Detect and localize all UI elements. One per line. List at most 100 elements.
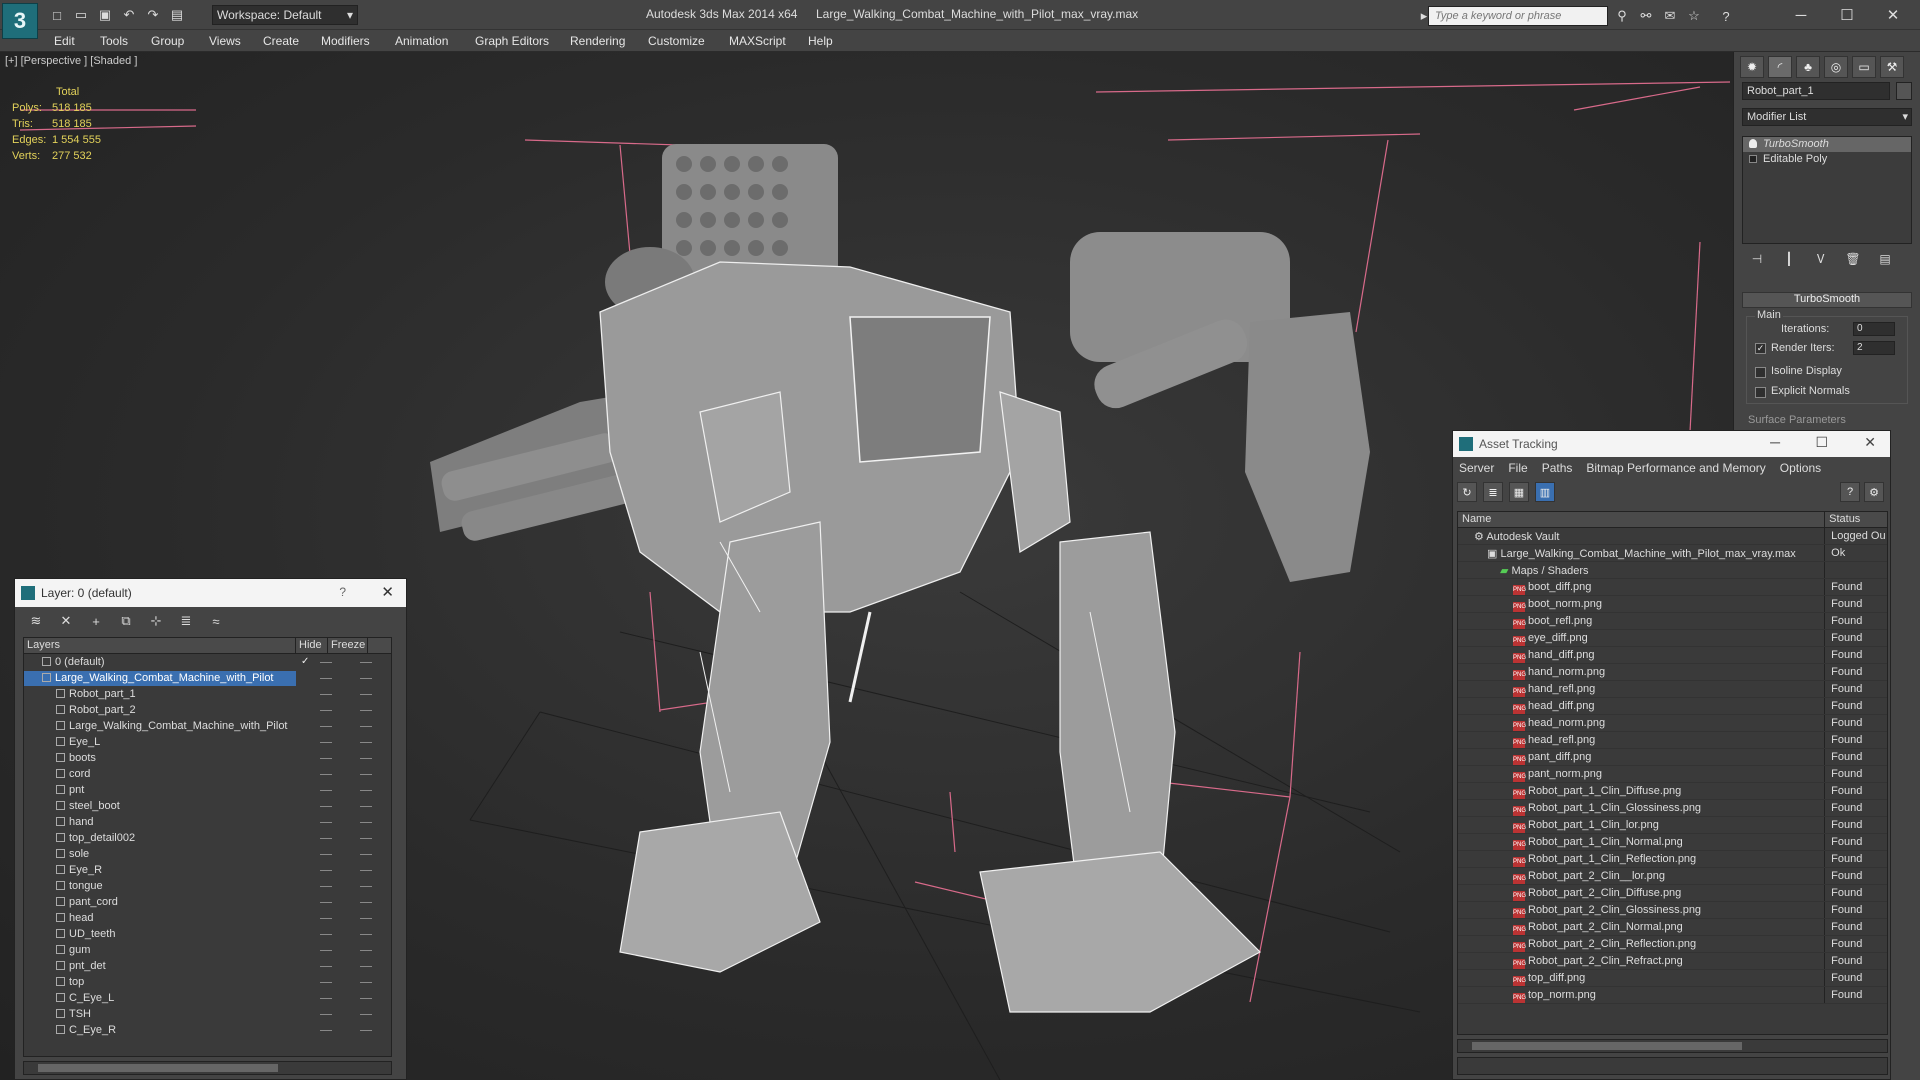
asset-row[interactable]: PNG Robot_part_2_Clin_Refract.png Found <box>1458 953 1887 970</box>
layer-row[interactable]: tongue <box>24 878 391 894</box>
hide-toggle[interactable] <box>320 662 332 663</box>
freeze-toggle[interactable] <box>360 966 372 967</box>
hide-toggle[interactable] <box>320 982 332 983</box>
hide-toggle[interactable] <box>320 726 332 727</box>
freeze-toggle[interactable] <box>360 1030 372 1031</box>
help-icon[interactable]: ? <box>339 585 346 599</box>
list-view-icon[interactable]: ≣ <box>1483 482 1503 502</box>
render-iters-spinner[interactable]: 2 <box>1853 341 1895 355</box>
layer-row[interactable]: cord <box>24 766 391 782</box>
menu-create[interactable]: Create <box>263 34 299 48</box>
open-file-icon[interactable]: ▭ <box>72 6 90 24</box>
show-end-result-icon[interactable]: ┃ <box>1780 250 1798 268</box>
object-name-field[interactable]: Robot_part_1 <box>1742 82 1890 100</box>
asset-row[interactable]: PNG top_diff.png Found <box>1458 970 1887 987</box>
layer-row[interactable]: pnt_det <box>24 958 391 974</box>
column-hide[interactable]: Hide <box>296 638 328 653</box>
freeze-toggle[interactable] <box>360 806 372 807</box>
freeze-toggle[interactable] <box>360 950 372 951</box>
help-icon[interactable]: ? <box>1840 482 1860 502</box>
layer-row[interactable]: C_Eye_R <box>24 1022 391 1038</box>
layer-row[interactable]: pnt <box>24 782 391 798</box>
freeze-toggle[interactable] <box>360 822 372 823</box>
layer-row[interactable]: top_detail002 <box>24 830 391 846</box>
lightbulb-icon[interactable] <box>1749 139 1757 148</box>
modifier-list-dropdown[interactable]: Modifier List ▾ <box>1742 108 1912 126</box>
layer-row[interactable]: C_Eye_L <box>24 990 391 1006</box>
menu-views[interactable]: Views <box>209 34 241 48</box>
freeze-toggle[interactable] <box>360 694 372 695</box>
hide-toggle[interactable] <box>320 902 332 903</box>
hide-toggle[interactable] <box>320 774 332 775</box>
turbosmooth-rollout-header[interactable]: TurboSmooth <box>1742 292 1912 308</box>
freeze-toggle[interactable] <box>360 662 372 663</box>
layer-row[interactable]: head <box>24 910 391 926</box>
freeze-toggle[interactable] <box>360 1014 372 1015</box>
refresh-icon[interactable]: ↻ <box>1457 482 1477 502</box>
asset-row[interactable]: PNG pant_norm.png Found <box>1458 766 1887 783</box>
column-name[interactable]: Name <box>1458 512 1826 527</box>
menu-graph-editors[interactable]: Graph Editors <box>475 34 549 48</box>
table-view-icon[interactable]: ▥ <box>1535 482 1555 502</box>
select-layer-icon[interactable]: ⊹ <box>147 612 165 630</box>
layer-row[interactable]: 0 (default) ✓ <box>24 654 391 670</box>
asset-row[interactable]: PNG Robot_part_2_Clin_Normal.png Found <box>1458 919 1887 936</box>
hide-toggle[interactable] <box>320 710 332 711</box>
settings-icon[interactable]: ⚙ <box>1864 482 1884 502</box>
asset-row[interactable]: PNG hand_norm.png Found <box>1458 664 1887 681</box>
layer-row[interactable]: UD_teeth <box>24 926 391 942</box>
motion-tab-icon[interactable]: ◎ <box>1824 56 1848 78</box>
freeze-toggle[interactable] <box>360 774 372 775</box>
asset-row[interactable]: PNG pant_diff.png Found <box>1458 749 1887 766</box>
hierarchy-tab-icon[interactable]: ♣ <box>1796 56 1820 78</box>
menu-help[interactable]: Help <box>808 34 833 48</box>
redo-icon[interactable]: ↷ <box>144 6 162 24</box>
select-objects-icon[interactable]: ⧉ <box>117 612 135 630</box>
freeze-toggle[interactable] <box>360 998 372 999</box>
hide-toggle[interactable] <box>320 934 332 935</box>
hide-toggle[interactable] <box>320 838 332 839</box>
utilities-tab-icon[interactable]: ⚒ <box>1880 56 1904 78</box>
layer-row[interactable]: Robot_part_2 <box>24 702 391 718</box>
app-logo-icon[interactable]: 3 <box>2 3 38 39</box>
layer-row[interactable]: Eye_L <box>24 734 391 750</box>
minimize-window-icon[interactable]: ─ <box>1778 0 1824 30</box>
layer-row[interactable]: Large_Walking_Combat_Machine_with_Pilot <box>24 718 391 734</box>
pin-stack-icon[interactable]: ⊣ <box>1748 250 1766 268</box>
menu-animation[interactable]: Animation <box>395 34 448 48</box>
freeze-toggle[interactable] <box>360 758 372 759</box>
asset-row[interactable]: PNG Robot_part_2_Clin_Glossiness.png Found <box>1458 902 1887 919</box>
display-tab-icon[interactable]: ▭ <box>1852 56 1876 78</box>
explicit-normals-checkbox[interactable] <box>1755 387 1766 398</box>
layer-window-title-bar[interactable]: Layer: 0 (default) ? ✕ <box>15 579 406 607</box>
remove-modifier-icon[interactable]: 🗑 <box>1844 250 1862 268</box>
layer-row[interactable]: Robot_part_1 <box>24 686 391 702</box>
layer-row[interactable]: gum <box>24 942 391 958</box>
minimize-icon[interactable]: ─ <box>1770 434 1780 450</box>
asset-row[interactable]: PNG Robot_part_1_Clin_Glossiness.png Found <box>1458 800 1887 817</box>
asset-row[interactable]: PNG head_norm.png Found <box>1458 715 1887 732</box>
asset-row[interactable]: ⚙ Autodesk Vault Logged Ou <box>1458 528 1887 545</box>
asset-row[interactable]: PNG boot_diff.png Found <box>1458 579 1887 596</box>
layer-row[interactable]: sole <box>24 846 391 862</box>
asset-row[interactable]: PNG head_refl.png Found <box>1458 732 1887 749</box>
freeze-toggle[interactable] <box>360 918 372 919</box>
asset-row[interactable]: PNG Robot_part_1_Clin_Reflection.png Found <box>1458 851 1887 868</box>
freeze-toggle[interactable] <box>360 726 372 727</box>
asset-horizontal-scrollbar[interactable] <box>1457 1039 1888 1053</box>
freeze-toggle[interactable] <box>360 790 372 791</box>
layer-row[interactable]: TSH <box>24 1006 391 1022</box>
hide-toggle[interactable] <box>320 966 332 967</box>
thumbnail-view-icon[interactable]: ▦ <box>1509 482 1529 502</box>
add-to-layer-icon[interactable]: + <box>87 612 105 630</box>
hide-toggle[interactable] <box>320 758 332 759</box>
layer-row[interactable]: pant_cord <box>24 894 391 910</box>
surface-parameters-label[interactable]: Surface Parameters <box>1748 414 1846 426</box>
asset-menu-bitmap-performance[interactable]: Bitmap Performance and Memory <box>1586 461 1765 475</box>
asset-row[interactable]: PNG eye_diff.png Found <box>1458 630 1887 647</box>
asset-row[interactable]: PNG hand_diff.png Found <box>1458 647 1887 664</box>
hide-toggle[interactable] <box>320 1030 332 1031</box>
layer-row[interactable]: Eye_R <box>24 862 391 878</box>
communication-icon[interactable]: ✉ <box>1660 6 1680 26</box>
delete-layer-icon[interactable]: ✕ <box>57 612 75 630</box>
